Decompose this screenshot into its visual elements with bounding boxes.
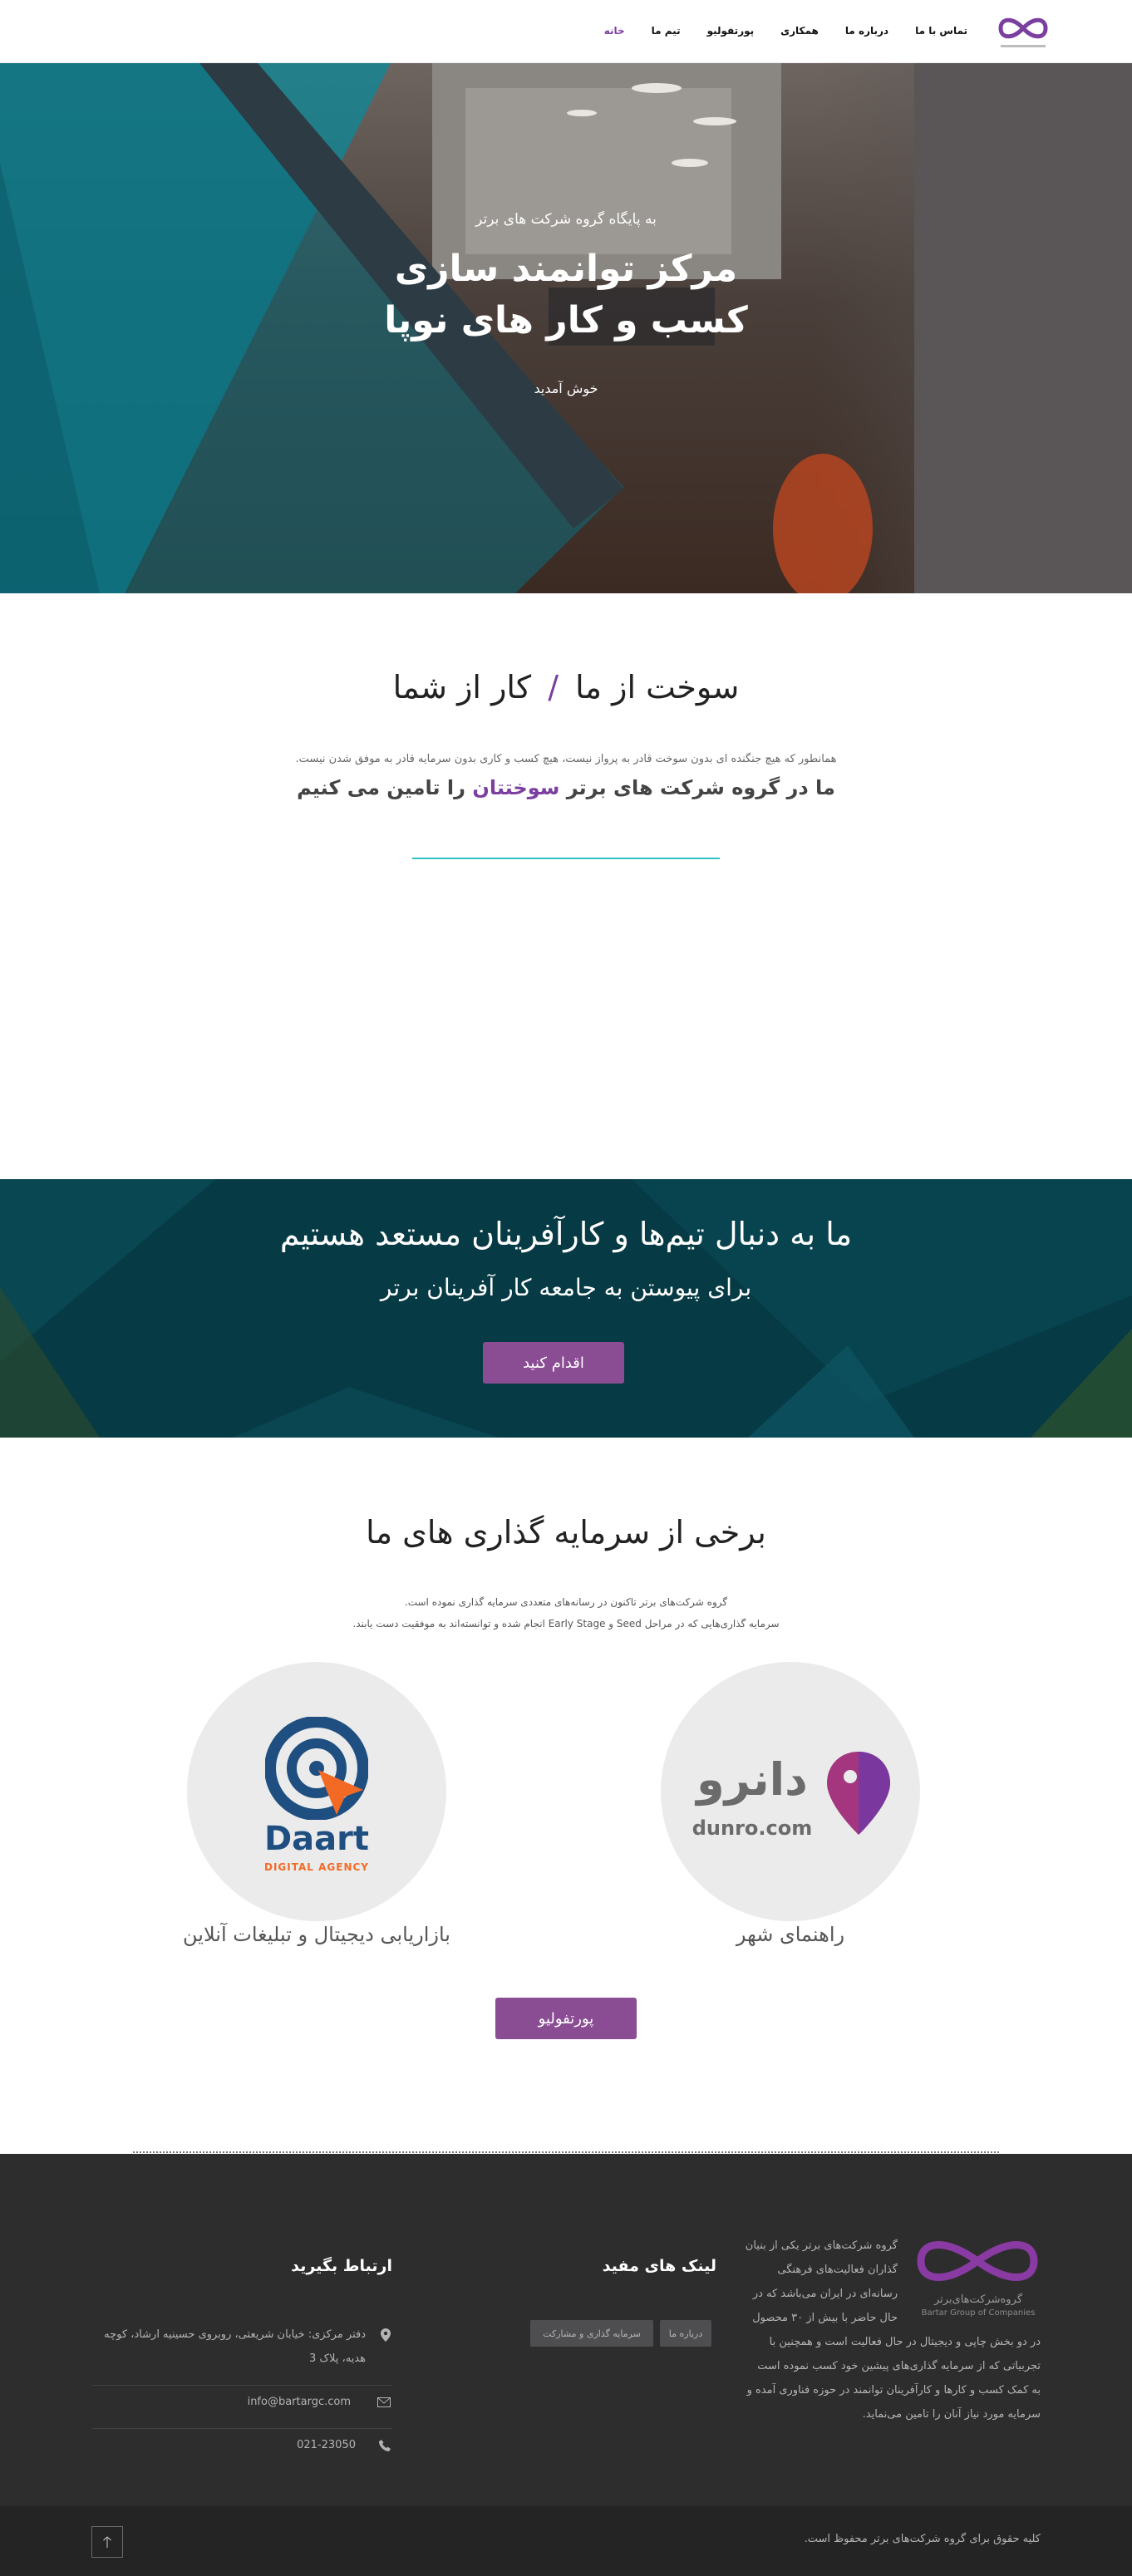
dunro-pin-icon [827, 1752, 890, 1835]
nav-item-about[interactable]: درباره ما [832, 25, 902, 37]
phone-icon [379, 2440, 391, 2451]
investments-desc-line1: گروه شرکت‌های برتر تاکنون در رسانه‌های م… [404, 1596, 728, 1608]
footer-contact-title: ارتباط بگیرید [291, 2257, 392, 2275]
fuel-tagline-pre: ما در گروه شرکت های برتر [566, 776, 835, 799]
investment-circle-daart[interactable]: Daart DIGITAL AGENCY [187, 1662, 446, 1921]
cta-section: ما به دنبال تیم‌ها و کارآفرینان مستعد هس… [0, 1179, 1132, 1438]
arrow-up-icon [103, 2536, 111, 2548]
footer-bottom-bar: کلیه حقوق برای گروه شرکت‌های برتر محفوظ … [0, 2506, 1132, 2576]
hero-title-line1: مرکز توانمند سازی [394, 248, 738, 290]
footer-email[interactable]: info@bartargc.com [91, 2396, 351, 2408]
hero-section: به پایگاه گروه شرکت های برتر مرکز توانمن… [0, 63, 1132, 593]
footer-about-line4: حال حاضر با بیش از ۳۰ محصول [752, 2312, 898, 2324]
footer-logo-caption: گروه‌شرکت‌های‌برتر [933, 2293, 1023, 2306]
fuel-title-separator: / [548, 669, 559, 705]
fuel-tagline: ما در گروه شرکت های برتر سوختتان را تامی… [0, 776, 1132, 799]
footer-phone[interactable]: 021-23050 [91, 2439, 356, 2451]
daart-logo-text: Daart [263, 1820, 370, 1858]
fuel-title-part2: کار از شما [392, 669, 532, 705]
nav-item-cooperation[interactable]: همکاری [767, 25, 832, 37]
dunro-caption: راهنمای شهر [736, 1923, 845, 1946]
footer-about-line3: رسانه‌ای در ایران می‌باشد که در [752, 2288, 898, 2300]
scroll-top-button[interactable] [91, 2526, 123, 2558]
footer-contact-divider-2 [91, 2428, 392, 2429]
footer-link-about[interactable]: درباره ما [660, 2320, 711, 2347]
portfolio-button[interactable]: پورتفولیو [495, 1998, 637, 2039]
footer-links-title: لینک های مفید [602, 2257, 716, 2275]
cta-subtitle: برای پیوستن به جامعه کار آفرینان برتر [380, 1274, 752, 1301]
teal-divider [412, 858, 720, 859]
site-header: خانه تیم ما پورتفولیو همکاری درباره ما ت… [0, 0, 1132, 63]
daart-target-icon [265, 1717, 368, 1820]
main-nav: خانه تیم ما پورتفولیو همکاری درباره ما ت… [591, 25, 981, 37]
footer-dotted-separator [133, 2151, 999, 2153]
footer-contact-divider-1 [91, 2385, 392, 2386]
cta-title: ما به دنبال تیم‌ها و کارآفرینان مستعد هس… [279, 1216, 853, 1252]
copyright-text: کلیه حقوق برای گروه شرکت‌های برتر محفوظ … [804, 2533, 1041, 2545]
fuel-title: سوخت از ما / کار از شما [0, 669, 1132, 705]
dunro-logo-domain: dunro.com [692, 1816, 813, 1840]
daart-caption: بازاریابی دیجیتال و تبلیغات آنلاین [183, 1923, 450, 1946]
fuel-tagline-highlight: سوختتان [472, 776, 560, 799]
nav-item-contact[interactable]: تماس با ما [902, 25, 981, 37]
investment-circle-dunro[interactable]: دانرو dunro.com [661, 1662, 920, 1921]
hero-title-line2: کسب و کار های نوپا [384, 299, 748, 342]
fuel-title-part1: سوخت از ما [575, 669, 740, 705]
footer-about-line8: سرمایه مورد نیاز آنان را تامین می‌نماید. [862, 2408, 1041, 2421]
investments-desc-line2: سرمایه گذاری‌هایی که در مراحل Seed و Ear… [352, 1618, 780, 1630]
footer-about-line5: در دو بخش چاپی و دیجیتال در حال فعالیت ا… [769, 2336, 1041, 2348]
daart-logo-sub: DIGITAL AGENCY [264, 1861, 369, 1873]
hero-welcome: خوش آمدید [534, 381, 598, 396]
nav-item-portfolio[interactable]: پورتفولیو [694, 25, 768, 37]
apply-button[interactable]: اقدام کنید [483, 1342, 624, 1384]
brand-logo[interactable] [994, 12, 1052, 53]
fuel-tagline-post: را تامین می کنیم [297, 776, 465, 799]
envelope-icon [377, 2397, 391, 2407]
dunro-logo-text: دانرو [696, 1753, 808, 1806]
footer-about-line6: تجربیاتی که از سرمایه گذاری‌های پیشین خو… [757, 2360, 1041, 2372]
fuel-description: همانطور که هیچ جنگنده ای بدون سوخت قادر … [295, 753, 837, 765]
footer-logo-caption-en: Bartar Group of Companies [921, 2308, 1036, 2318]
footer-about-line1: گروه شرکت‌های برتر یکی از بنیان [745, 2239, 898, 2252]
footer-about-line7: به کمک کسب و کارها و کارآفرینان توانمند … [746, 2384, 1041, 2397]
footer-about-line2: گذاران فعالیت‌های فرهنگی [777, 2264, 898, 2276]
hero-kicker: به پایگاه گروه شرکت های برتر [475, 211, 657, 228]
nav-item-team[interactable]: تیم ما [638, 25, 694, 37]
site-footer: گروه‌شرکت‌های‌برتر Bartar Group of Compa… [0, 2154, 1132, 2506]
nav-item-home[interactable]: خانه [591, 25, 638, 37]
footer-link-investment[interactable]: سرمایه گذاری و مشارکت [530, 2320, 653, 2347]
footer-address-line1: دفتر مرکزی: خیابان شریعتی، روبروی حسینیه… [104, 2328, 366, 2341]
location-pin-icon [381, 2328, 391, 2342]
footer-address-line2: هدیه، پلاک 3 [308, 2352, 366, 2365]
investments-title: برخی از سرمایه گذاری های ما [366, 1514, 766, 1551]
